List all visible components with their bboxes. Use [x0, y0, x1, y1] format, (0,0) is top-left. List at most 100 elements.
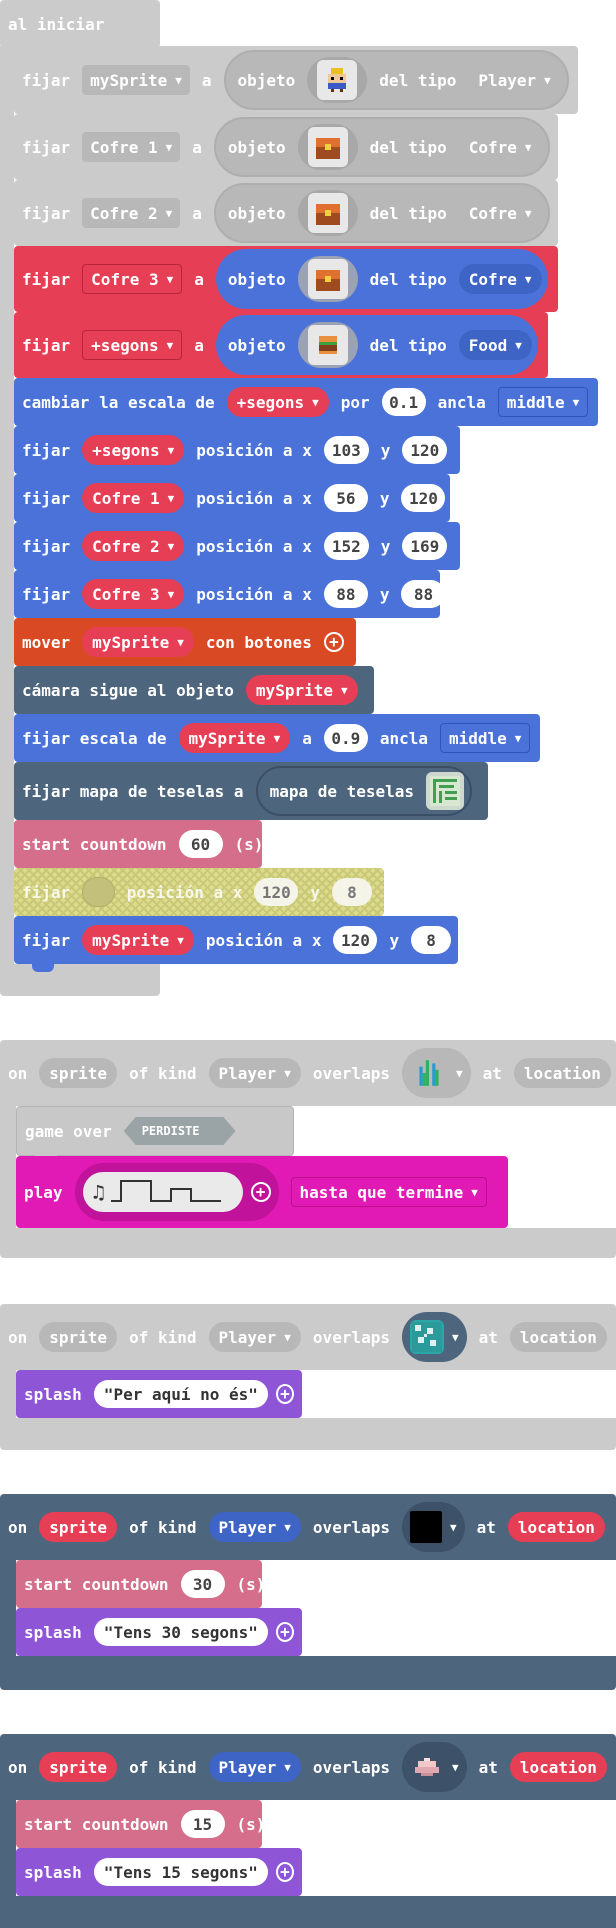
- tile-picker[interactable]: ▼: [401, 1048, 471, 1098]
- expand-plus-icon[interactable]: +: [323, 632, 344, 652]
- kind-dropdown[interactable]: Cofre ▼: [458, 132, 542, 162]
- set-position-block-cofre1[interactable]: fijar Cofre 1 ▼ posición a x 56 y 120: [14, 474, 450, 530]
- sprite-object-pill[interactable]: objeto del tipo Cofre ▼: [213, 117, 550, 177]
- countdown-value-input[interactable]: 30: [180, 1570, 225, 1598]
- splash-block-30[interactable]: splash " Tens 30 segons " +: [16, 1608, 302, 1664]
- x-input[interactable]: 56: [323, 484, 368, 512]
- set-tilemap-block[interactable]: fijar mapa de teselas a mapa de teselas: [14, 762, 488, 828]
- variable-dropdown[interactable]: Cofre 1 ▼: [82, 132, 181, 162]
- kind-dropdown[interactable]: Player ▼: [208, 1752, 301, 1782]
- set-position-block-mysprite[interactable]: fijar mySprite ▼ posición a x 120 y 8: [14, 916, 458, 972]
- expand-plus-icon[interactable]: +: [275, 1622, 294, 1642]
- variable-dropdown[interactable]: mySprite ▼: [82, 925, 194, 955]
- splash-block-15[interactable]: splash " Tens 15 segons " +: [16, 1848, 302, 1904]
- x-input[interactable]: 88: [323, 580, 368, 608]
- variable-dropdown[interactable]: Cofre 3 ▼: [82, 264, 183, 294]
- variable-dropdown[interactable]: +segons ▼: [82, 330, 183, 360]
- play-sound-block[interactable]: play ♫ + hasta que termine ▼: [16, 1156, 508, 1236]
- variable-dropdown[interactable]: mySprite ▼: [178, 723, 291, 753]
- kind-dropdown[interactable]: Cofre ▼: [458, 264, 542, 294]
- move-with-buttons-block[interactable]: mover mySprite ▼ con botones +: [14, 618, 356, 674]
- anchor-dropdown[interactable]: middle ▼: [497, 387, 589, 417]
- variable-dropdown[interactable]: Cofre 2 ▼: [82, 531, 185, 561]
- location-param[interactable]: location: [507, 1512, 605, 1542]
- sprite-param[interactable]: sprite: [39, 1752, 118, 1782]
- start-countdown-block-30[interactable]: start countdown 30 (s): [16, 1560, 265, 1616]
- sprite-object-pill[interactable]: objeto del tipo Cofre ▼: [213, 183, 550, 243]
- sprite-param[interactable]: sprite: [39, 1058, 118, 1088]
- kind-dropdown[interactable]: Player ▼: [208, 1058, 301, 1088]
- tile-picker[interactable]: ▼: [401, 1312, 467, 1362]
- tilemap-icon[interactable]: [426, 772, 465, 810]
- expand-plus-icon[interactable]: +: [275, 1862, 294, 1882]
- variable-dropdown[interactable]: mySprite ▼: [245, 675, 358, 705]
- image-picker[interactable]: [297, 190, 358, 236]
- y-input[interactable]: 120: [401, 484, 446, 512]
- expand-plus-icon[interactable]: +: [275, 1384, 294, 1404]
- melody-editor[interactable]: ♫: [82, 1172, 243, 1212]
- sprite-object-pill[interactable]: objeto del tipo Cofre ▼: [215, 249, 548, 309]
- set-sprite-block-myspriteplayer[interactable]: fijar mySprite ▼ a objeto del tipo Player…: [14, 46, 578, 122]
- overlap-event-hat-1[interactable]: on sprite of kind Player ▼ overlaps ▼ at …: [0, 1040, 616, 1106]
- y-input[interactable]: 8: [411, 926, 452, 954]
- set-position-block-disabled[interactable]: fijar posición a x 120 y 8: [14, 868, 384, 924]
- splash-text-input[interactable]: " Per aquí no és ": [93, 1380, 268, 1408]
- y-input[interactable]: 8: [332, 878, 372, 906]
- overlap-event-hat-2[interactable]: on sprite of kind Player ▼ overlaps ▼ at …: [0, 1304, 616, 1370]
- image-picker[interactable]: [307, 57, 368, 103]
- sprite-object-pill[interactable]: objeto del tipo Food ▼: [215, 315, 538, 375]
- sprite-object-pill[interactable]: objeto del tipo Player ▼: [223, 50, 569, 110]
- variable-dropdown[interactable]: mySprite ▼: [82, 627, 194, 657]
- x-input[interactable]: 120: [254, 878, 299, 906]
- until-done-dropdown[interactable]: hasta que termine ▼: [290, 1177, 487, 1207]
- image-picker[interactable]: [297, 124, 358, 170]
- splash-text-input[interactable]: " Tens 15 segons ": [93, 1858, 268, 1886]
- set-sprite-block-segons[interactable]: fijar +segons ▼ a objeto del tipo Food ▼: [14, 312, 548, 386]
- kind-dropdown[interactable]: Player ▼: [468, 65, 561, 95]
- variable-dropdown[interactable]: +segons ▼: [82, 435, 185, 465]
- location-param[interactable]: location: [509, 1752, 607, 1782]
- overlap-event-hat-3[interactable]: on sprite of kind Player ▼ overlaps ▼ at …: [0, 1494, 616, 1560]
- sprite-param[interactable]: sprite: [39, 1512, 118, 1542]
- variable-dropdown[interactable]: Cofre 2 ▼: [82, 198, 181, 228]
- melody-pill[interactable]: ♫ +: [74, 1163, 279, 1221]
- on-start-hat[interactable]: al iniciar: [0, 0, 160, 48]
- countdown-value-input[interactable]: 15: [180, 1810, 225, 1838]
- anchor-dropdown[interactable]: middle ▼: [440, 723, 531, 753]
- kind-dropdown[interactable]: Player ▼: [208, 1512, 301, 1542]
- set-sprite-block-cofre1[interactable]: fijar Cofre 1 ▼ a objeto del tipo Cofre ▼: [14, 114, 558, 188]
- x-input[interactable]: 103: [323, 436, 369, 464]
- tile-picker[interactable]: ▼: [401, 1502, 465, 1552]
- start-countdown-block[interactable]: start countdown 60 (s): [14, 820, 263, 876]
- x-input[interactable]: 152: [323, 532, 369, 560]
- game-over-block[interactable]: game over PERDISTE: [16, 1106, 294, 1163]
- overlap-event-hat-4[interactable]: on sprite of kind Player ▼ overlaps ▼ at …: [0, 1734, 616, 1800]
- set-sprite-block-cofre2[interactable]: fijar Cofre 2 ▼ a objeto del tipo Cofre ▼: [14, 180, 558, 254]
- variable-dropdown[interactable]: mySprite ▼: [82, 65, 190, 95]
- countdown-value-input[interactable]: 60: [178, 830, 223, 858]
- variable-dropdown[interactable]: +segons ▼: [226, 387, 329, 417]
- y-input[interactable]: 169: [402, 532, 448, 560]
- tile-picker[interactable]: ▼: [401, 1742, 467, 1792]
- set-sprite-block-cofre3[interactable]: fijar Cofre 3 ▼ a objeto del tipo Cofre ▼: [14, 246, 558, 320]
- kind-dropdown[interactable]: Cofre ▼: [458, 198, 542, 228]
- kind-dropdown[interactable]: Food ▼: [458, 330, 532, 360]
- camera-follow-block[interactable]: cámara sigue al objeto mySprite ▼: [14, 666, 374, 722]
- tilemap-pill[interactable]: mapa de teselas: [255, 766, 473, 816]
- set-scale-block[interactable]: fijar escala de mySprite ▼ a 0.9 ancla mi…: [14, 714, 540, 770]
- y-input[interactable]: 88: [401, 580, 446, 608]
- start-countdown-block-15[interactable]: start countdown 15 (s): [16, 1800, 265, 1856]
- change-scale-block[interactable]: cambiar la escala de +segons ▼ por 0.1 an…: [14, 378, 598, 434]
- sprite-param[interactable]: sprite: [39, 1322, 118, 1352]
- set-position-block-cofre3[interactable]: fijar Cofre 3 ▼ posición a x 88 y 88: [14, 570, 446, 626]
- empty-sprite-slot[interactable]: [82, 877, 115, 907]
- location-param[interactable]: location: [513, 1058, 611, 1088]
- splash-block-1[interactable]: splash " Per aquí no és " +: [16, 1370, 302, 1426]
- kind-dropdown[interactable]: Player ▼: [208, 1322, 301, 1352]
- variable-dropdown[interactable]: Cofre 1 ▼: [82, 483, 185, 513]
- scale-value-input[interactable]: 0.9: [323, 724, 368, 752]
- expand-plus-icon[interactable]: +: [250, 1182, 271, 1202]
- location-param[interactable]: location: [509, 1322, 607, 1352]
- set-position-block-segons[interactable]: fijar +segons ▼ posición a x 103 y 120: [14, 426, 460, 482]
- game-over-message-input[interactable]: PERDISTE: [124, 1117, 236, 1145]
